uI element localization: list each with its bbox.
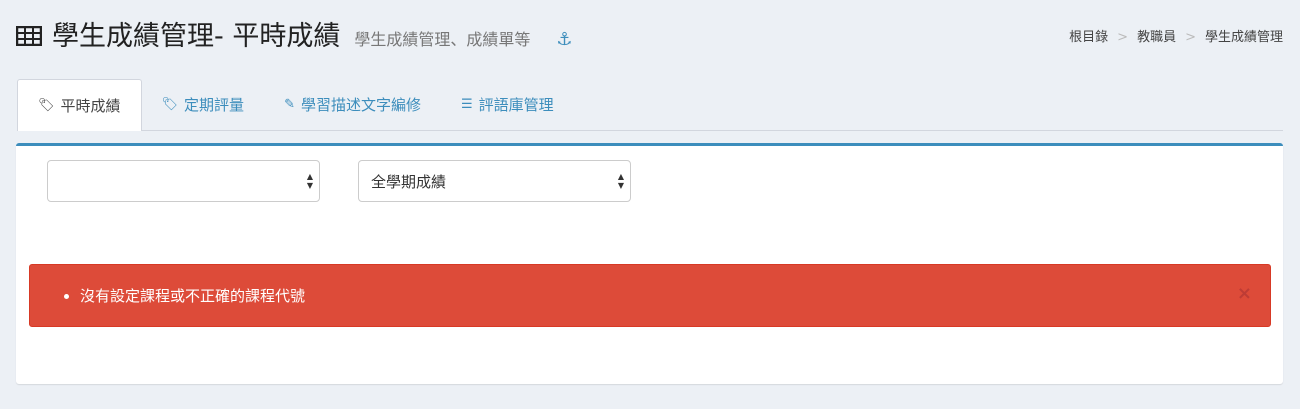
select-arrows-icon: ▲ ▼ xyxy=(306,172,313,190)
breadcrumb-current: 學生成績管理 xyxy=(1204,30,1283,45)
breadcrumb-staff[interactable]: 教職員 xyxy=(1137,30,1176,45)
error-alert: 沒有設定課程或不正確的課程代號 × xyxy=(29,264,1271,327)
alert-message: 沒有設定課程或不正確的課程代號 xyxy=(80,285,305,306)
anchor-icon[interactable]: ⚓ xyxy=(556,29,572,50)
tab-description-edit[interactable]: ✎ 學習描述文字編修 xyxy=(264,79,441,130)
breadcrumb-separator: > xyxy=(1117,30,1129,45)
page-title: 學生成績管理- 平時成績 xyxy=(52,21,341,52)
period-select-value: 全學期成績 xyxy=(371,172,447,191)
tab-label: 定期評量 xyxy=(184,96,245,114)
select-arrows-icon: ▲ ▼ xyxy=(617,172,624,190)
tab-periodic-assessment[interactable]: 🏷 定期評量 xyxy=(142,79,265,130)
tab-label: 平時成績 xyxy=(60,97,121,115)
table-icon xyxy=(16,25,42,46)
breadcrumb-root[interactable]: 根目錄 xyxy=(1069,30,1108,45)
edit-icon: ✎ xyxy=(284,97,295,112)
tab-bar: 🏷 平時成績 🏷 定期評量 ✎ 學習描述文字編修 ☰ 評語庫管理 xyxy=(17,79,1283,131)
database-icon: ☰ xyxy=(460,97,473,112)
page-header: 學生成績管理- 平時成績 學生成績管理、成績單等 ⚓ xyxy=(16,14,572,53)
breadcrumb: 根目錄 > 教職員 > 學生成績管理 xyxy=(1069,26,1283,45)
tab-label: 評語庫管理 xyxy=(478,96,554,114)
page-subtitle: 學生成績管理、成績單等 xyxy=(354,30,531,49)
period-select[interactable]: 全學期成績 ▲ ▼ xyxy=(358,160,631,202)
tab-comment-library[interactable]: ☰ 評語庫管理 xyxy=(441,79,574,130)
tab-label: 學習描述文字編修 xyxy=(300,96,421,114)
tags-icon: 🏷 xyxy=(161,97,179,112)
tab-regular-grades[interactable]: 🏷 平時成績 xyxy=(17,79,142,131)
content-box: ▲▼ 全學期成績 ▲▼ 沒有設定課程或不正確的課程代號 × xyxy=(16,143,1283,384)
tag-icon: 🏷 xyxy=(38,98,55,113)
breadcrumb-separator: > xyxy=(1185,30,1196,45)
course-select[interactable]: ▲ ▼ xyxy=(47,160,320,202)
close-icon[interactable]: × xyxy=(1237,283,1252,304)
